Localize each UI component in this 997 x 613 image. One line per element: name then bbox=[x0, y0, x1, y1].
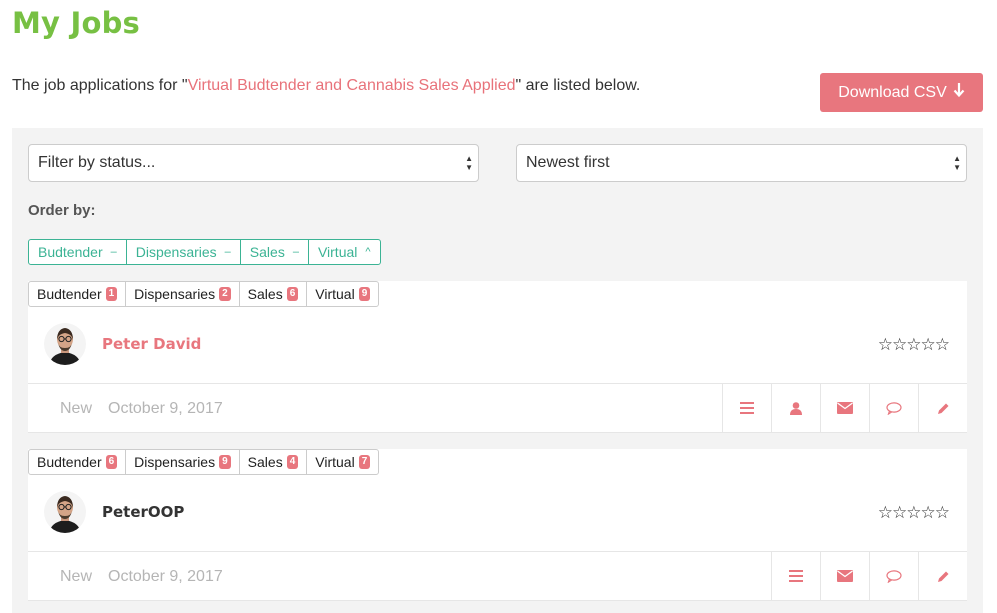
intro-suffix: " are listed below. bbox=[515, 77, 641, 94]
rating-stars[interactable]: ☆☆☆☆☆ bbox=[878, 335, 950, 355]
tag-label: Dispensaries bbox=[134, 454, 216, 470]
applicant-name[interactable]: PeterOOP bbox=[102, 503, 184, 521]
list-icon bbox=[789, 570, 803, 582]
tag-count: 9 bbox=[358, 287, 371, 301]
tag-label: Budtender bbox=[37, 454, 102, 470]
tag-count: 7 bbox=[358, 455, 371, 469]
user-icon bbox=[790, 401, 802, 415]
order-budtender-button[interactable]: Budtender – bbox=[29, 240, 127, 264]
order-virtual-button[interactable]: Virtual ^ bbox=[309, 240, 380, 264]
avatar bbox=[44, 323, 86, 365]
select-arrows-icon: ▲ ▼ bbox=[465, 154, 473, 172]
details-button[interactable] bbox=[722, 384, 771, 432]
tag-budtender: Budtender 1 bbox=[29, 282, 127, 306]
order-budtender-label: Budtender bbox=[38, 244, 103, 260]
page-title: My Jobs bbox=[12, 6, 140, 40]
applicant-name[interactable]: Peter David bbox=[102, 335, 201, 353]
application-date: October 9, 2017 bbox=[108, 568, 223, 585]
order-dispensaries-button[interactable]: Dispensaries – bbox=[127, 240, 241, 264]
tag-count: 4 bbox=[286, 455, 299, 469]
skill-tags: Budtender 6 Dispensaries 9 Sales 4 Virtual 7 bbox=[28, 449, 380, 475]
email-button[interactable] bbox=[820, 552, 869, 600]
tag-count: 1 bbox=[105, 287, 118, 301]
edit-button[interactable] bbox=[918, 384, 967, 432]
tag-virtual: Virtual 7 bbox=[307, 450, 378, 474]
arrow-down-icon bbox=[953, 82, 965, 103]
tag-label: Dispensaries bbox=[134, 286, 216, 302]
tag-count: 2 bbox=[219, 287, 231, 301]
pencil-icon bbox=[937, 402, 950, 415]
sort-up-icon: ^ bbox=[365, 246, 371, 258]
status-filter-value: Filter by status... bbox=[38, 154, 156, 171]
tag-label: Virtual bbox=[315, 454, 355, 470]
tag-label: Sales bbox=[247, 454, 283, 470]
intro-text: The job applications for "Virtual Budten… bbox=[12, 77, 640, 95]
message-button[interactable] bbox=[869, 552, 918, 600]
email-button[interactable] bbox=[820, 384, 869, 432]
order-dispensaries-label: Dispensaries bbox=[135, 244, 217, 260]
edit-button[interactable] bbox=[918, 552, 967, 600]
action-buttons bbox=[722, 384, 967, 432]
order-by-label: Order by: bbox=[28, 202, 96, 219]
application-date: October 9, 2017 bbox=[108, 400, 223, 417]
applicant-meta-row: New October 9, 2017 bbox=[28, 383, 967, 433]
sort-neutral-icon: – bbox=[224, 246, 231, 258]
order-virtual-label: Virtual bbox=[317, 244, 358, 260]
skill-tags: Budtender 1 Dispensaries 2 Sales 6 Virtual 9 bbox=[28, 281, 380, 307]
chat-bubble-icon bbox=[886, 569, 902, 583]
details-button[interactable] bbox=[771, 552, 820, 600]
applications-panel: Filter by status... ▲ ▼ Newest first ▲ ▼ O… bbox=[12, 128, 983, 613]
order-sales-button[interactable]: Sales – bbox=[241, 240, 309, 264]
list-icon bbox=[740, 402, 754, 414]
applicant-card: Budtender 6 Dispensaries 9 Sales 4 Virtual 7… bbox=[28, 449, 967, 601]
tag-dispensaries: Dispensaries 9 bbox=[126, 450, 240, 474]
applicant-meta-row: New October 9, 2017 bbox=[28, 551, 967, 601]
tag-count: 6 bbox=[105, 455, 118, 469]
job-link[interactable]: Virtual Budtender and Cannabis Sales App… bbox=[188, 77, 516, 94]
download-csv-button[interactable]: Download CSV bbox=[820, 73, 983, 112]
applicant-card: Budtender 1 Dispensaries 2 Sales 6 Virtual 9… bbox=[28, 281, 967, 433]
sort-neutral-icon: – bbox=[292, 246, 299, 258]
pencil-icon bbox=[937, 570, 950, 583]
sort-neutral-icon: – bbox=[110, 246, 117, 258]
profile-button[interactable] bbox=[771, 384, 820, 432]
order-by-group: Budtender – Dispensaries – Sales – Virtu… bbox=[28, 239, 381, 265]
message-button[interactable] bbox=[869, 384, 918, 432]
application-status: New bbox=[60, 568, 93, 585]
envelope-icon bbox=[837, 402, 853, 414]
tag-virtual: Virtual 9 bbox=[307, 282, 378, 306]
sort-select[interactable]: Newest first ▲ ▼ bbox=[516, 144, 967, 182]
tag-label: Budtender bbox=[37, 286, 102, 302]
action-buttons bbox=[771, 552, 967, 600]
chat-bubble-icon bbox=[886, 401, 902, 415]
tag-sales: Sales 4 bbox=[240, 450, 308, 474]
tag-count: 9 bbox=[219, 455, 231, 469]
tag-sales: Sales 6 bbox=[240, 282, 308, 306]
rating-stars[interactable]: ☆☆☆☆☆ bbox=[878, 503, 950, 523]
tag-dispensaries: Dispensaries 2 bbox=[126, 282, 240, 306]
tag-budtender: Budtender 6 bbox=[29, 450, 127, 474]
sort-value: Newest first bbox=[526, 154, 610, 171]
download-csv-label: Download CSV bbox=[838, 83, 947, 101]
tag-label: Sales bbox=[247, 286, 283, 302]
select-arrows-icon: ▲ ▼ bbox=[953, 154, 961, 172]
avatar bbox=[44, 491, 86, 533]
tag-count: 6 bbox=[286, 287, 299, 301]
status-filter-select[interactable]: Filter by status... ▲ ▼ bbox=[28, 144, 479, 182]
envelope-icon bbox=[837, 570, 853, 582]
order-sales-label: Sales bbox=[249, 244, 285, 260]
application-status: New bbox=[60, 400, 93, 417]
intro-prefix: The job applications for " bbox=[12, 77, 188, 94]
tag-label: Virtual bbox=[315, 286, 355, 302]
